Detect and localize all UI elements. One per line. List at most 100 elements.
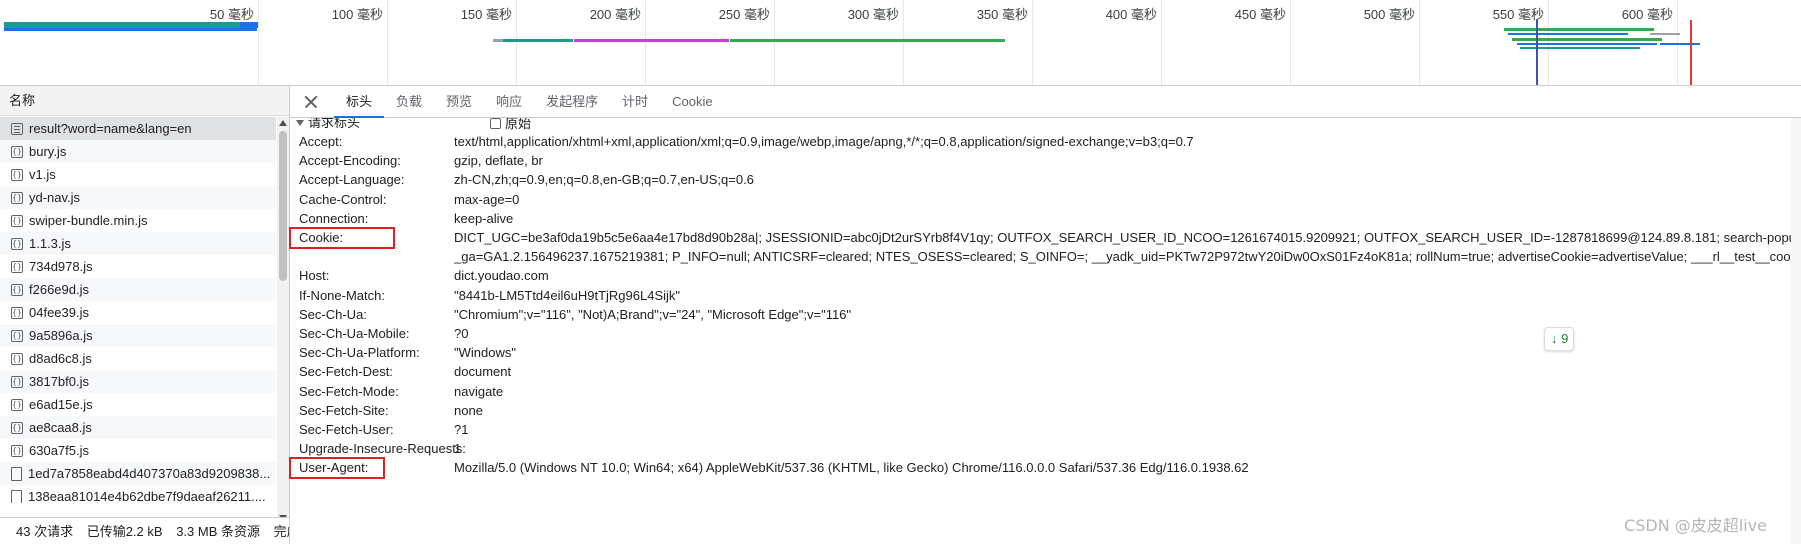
- script-icon: {}: [11, 191, 23, 204]
- highlight-box: [289, 227, 395, 249]
- header-value: DICT_UGC=be3af0da19b5c5e6aa4e17bd8d90b28…: [454, 228, 1794, 266]
- header-name: Connection:: [299, 210, 369, 226]
- timeline-tick-label: 250 毫秒: [718, 7, 770, 22]
- header-row: Sec-Fetch-Site: none: [290, 401, 1801, 420]
- request-row[interactable]: {} bury.js: [0, 140, 276, 163]
- request-row[interactable]: {} swiper-bundle.min.js: [0, 209, 276, 232]
- timeline-overview[interactable]: 50 毫秒 100 毫秒 150 毫秒 200 毫秒 250 毫秒 300 毫秒 350 毫…: [0, 0, 1801, 86]
- header-row: Accept-Language: zh-CN,zh;q=0.9,en;q=0.8,…: [290, 170, 1801, 189]
- header-value: ?0: [454, 326, 469, 341]
- timeline-request-bar: [1520, 47, 1640, 49]
- scrollbar-thumb[interactable]: [279, 131, 287, 281]
- request-name: 734d978.js: [29, 259, 93, 274]
- timeline-tick-label: 200 毫秒: [589, 7, 641, 22]
- request-name: e6ad15e.js: [29, 397, 93, 412]
- request-name: swiper-bundle.min.js: [29, 213, 148, 228]
- request-row[interactable]: {} d8ad6c8.js: [0, 347, 276, 370]
- header-row: Sec-Fetch-Mode: navigate: [290, 382, 1801, 401]
- request-name: 9a5896a.js: [29, 328, 93, 343]
- request-row[interactable]: {} 04fee39.js: [0, 301, 276, 324]
- script-icon: {}: [11, 260, 23, 273]
- request-row[interactable]: {} 630a7f5.js: [0, 439, 276, 462]
- request-row[interactable]: 1ed7a7858eabd4d407370a83d9209838...: [0, 462, 276, 485]
- request-row[interactable]: {} yd-nav.js: [0, 186, 276, 209]
- tab-1[interactable]: 负载: [384, 86, 434, 118]
- request-name: bury.js: [29, 144, 67, 159]
- scroll-to-bottom-button[interactable]: ↓ 9: [1544, 327, 1574, 351]
- timeline-gridline: [1290, 0, 1291, 85]
- header-name: Sec-Fetch-Dest:: [299, 364, 393, 380]
- tab-4[interactable]: 发起程序: [534, 86, 610, 118]
- timeline-gridline: [1161, 0, 1162, 85]
- timeline-request-bar: [240, 22, 258, 28]
- header-name: Accept-Language:: [299, 172, 405, 188]
- header-row: Accept-Encoding: gzip, deflate, br: [290, 151, 1801, 170]
- request-list-scrollbar[interactable]: [277, 117, 289, 524]
- header-value: max-age=0: [454, 191, 520, 207]
- request-row[interactable]: {} ae8caa8.js: [0, 416, 276, 439]
- script-icon: {}: [11, 421, 23, 434]
- request-row[interactable]: {} 9a5896a.js: [0, 324, 276, 347]
- scroll-button-label: 9: [1561, 331, 1569, 346]
- timeline-tick-label: 100 毫秒: [331, 7, 383, 22]
- request-row[interactable]: {} e6ad15e.js: [0, 393, 276, 416]
- timeline-gridline: [1419, 0, 1420, 85]
- header-value: keep-alive: [454, 210, 514, 226]
- details-scrollbar[interactable]: [1791, 118, 1801, 544]
- details-tabbar: 标头 负载 预览 响应 发起程序 计时 Cookie: [290, 86, 1801, 118]
- resources-size: 3.3 MB 条资源: [176, 524, 260, 539]
- tab-6[interactable]: Cookie: [660, 86, 724, 118]
- timeline-gridline: [387, 0, 388, 85]
- header-name: Sec-Ch-Ua-Platform:: [299, 345, 420, 361]
- timeline-request-bar: [4, 28, 257, 31]
- timeline-tick-label: 500 毫秒: [1363, 7, 1415, 22]
- header-row: Host: dict.youdao.com: [290, 266, 1801, 285]
- tab-2[interactable]: 预览: [434, 86, 484, 118]
- request-row[interactable]: {} 1.1.3.js: [0, 232, 276, 255]
- timeline-tick-label: 450 毫秒: [1234, 7, 1286, 22]
- request-row[interactable]: result?word=name&lang=en: [0, 117, 276, 140]
- request-row[interactable]: 138eaa81014e4b62dbe7f9daeaf26211....: [0, 485, 276, 503]
- script-icon: {}: [11, 329, 23, 342]
- request-list: 名称 result?word=name&lang=en {} bury.js {} v1…: [0, 86, 290, 544]
- header-value: text/html,application/xhtml+xml,applicat…: [454, 134, 1194, 149]
- name-column-header[interactable]: 名称: [0, 86, 289, 116]
- timeline-request-bar: [493, 39, 573, 42]
- request-name: d8ad6c8.js: [29, 351, 92, 366]
- request-name: f266e9d.js: [29, 282, 89, 297]
- header-value: Mozilla/5.0 (Windows NT 10.0; Win64; x64…: [454, 460, 1249, 476]
- header-name: Upgrade-Insecure-Requests:: [299, 441, 466, 457]
- close-icon[interactable]: [300, 91, 322, 113]
- header-name: Sec-Ch-Ua:: [299, 306, 367, 322]
- request-row[interactable]: {} v1.js: [0, 163, 276, 186]
- tab-3[interactable]: 响应: [484, 86, 534, 118]
- header-row: If-None-Match: "8441b-LM5Ttd4eil6uH9tTjRg…: [290, 286, 1801, 305]
- timeline-tick-label: 50 毫秒: [209, 7, 254, 22]
- tab-0[interactable]: 标头: [334, 86, 385, 118]
- request-row[interactable]: {} 3817bf0.js: [0, 370, 276, 393]
- request-name: 3817bf0.js: [29, 374, 89, 389]
- request-row[interactable]: {} f266e9d.js: [0, 278, 276, 301]
- header-row: Cache-Control: max-age=0: [290, 190, 1801, 209]
- raw-checkbox[interactable]: [490, 118, 501, 129]
- header-row: Cookie: DICT_UGC=be3af0da19b5c5e6aa4e17bd…: [290, 228, 1801, 266]
- transferred-size: 已传输2.2 kB: [86, 524, 163, 539]
- header-row: User-Agent: Mozilla/5.0 (Windows NT 10.0;…: [290, 458, 1801, 477]
- request-row[interactable]: {} 734d978.js: [0, 255, 276, 278]
- tab-5[interactable]: 计时: [610, 86, 660, 118]
- request-headers-section[interactable]: 请求标头 原始: [290, 118, 1801, 132]
- raw-toggle[interactable]: 原始: [490, 118, 531, 130]
- script-icon: {}: [11, 237, 23, 250]
- header-name: Sec-Ch-Ua-Mobile:: [299, 326, 410, 341]
- header-row: Accept: text/html,application/xhtml+xml,a…: [290, 132, 1801, 151]
- timeline-request-bar: [1517, 43, 1657, 45]
- timeline-tick-label: 600 毫秒: [1621, 7, 1673, 22]
- request-name: 1.1.3.js: [29, 236, 71, 251]
- header-value: ?1: [454, 422, 469, 438]
- script-icon: {}: [11, 168, 23, 181]
- document-icon: [11, 122, 23, 135]
- request-name: result?word=name&lang=en: [29, 121, 192, 136]
- scroll-up-arrow-icon[interactable]: [279, 120, 287, 126]
- timeline-tick-label: 150 毫秒: [460, 7, 512, 22]
- timeline-request-bar: [1508, 33, 1628, 35]
